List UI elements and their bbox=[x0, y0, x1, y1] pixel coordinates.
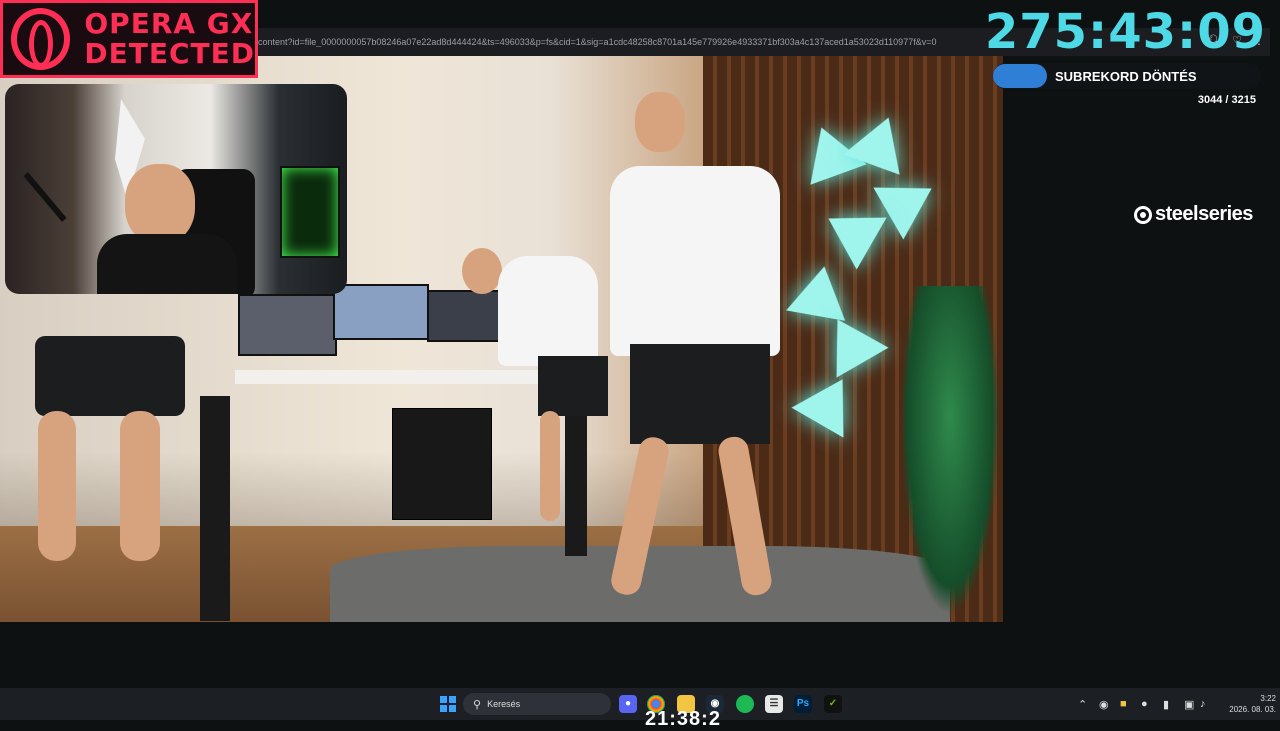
sponsor-logo: steelseries bbox=[1134, 203, 1253, 226]
network-icon[interactable]: ▣ bbox=[1184, 698, 1194, 711]
nvidia-icon[interactable]: ✓ bbox=[824, 695, 842, 713]
light-panel bbox=[786, 261, 854, 321]
pc-case bbox=[392, 408, 492, 520]
monitor bbox=[427, 290, 506, 342]
search-icon: ⚲ bbox=[473, 698, 482, 711]
windows-start-icon[interactable] bbox=[440, 696, 456, 712]
taskbar-search[interactable]: ⚲ Keresés bbox=[463, 693, 611, 715]
system-clock[interactable]: 3:22 2026. 08. 03. bbox=[1222, 693, 1276, 715]
opera-logo-icon bbox=[11, 8, 71, 70]
webcam-overlay bbox=[5, 84, 347, 294]
url-text[interactable]: content?id=file_0000000057b08246a07e22ad… bbox=[258, 37, 958, 47]
search-placeholder: Keresés bbox=[487, 699, 521, 709]
steam-tray-icon[interactable]: ◉ bbox=[1099, 698, 1109, 711]
photoshop-icon[interactable]: Ps bbox=[794, 695, 812, 713]
clock-date: 2026. 08. 03. bbox=[1229, 705, 1276, 714]
opera-line-2: DETECTED bbox=[84, 37, 255, 70]
opera-gx-badge: OPERA GX DETECTED bbox=[0, 0, 258, 78]
green-pc bbox=[280, 166, 340, 258]
desk-leg bbox=[200, 396, 230, 621]
chevron-up-icon[interactable]: ⌃ bbox=[1078, 698, 1087, 711]
streamer-shirt bbox=[97, 234, 237, 294]
clock-time: 3:22 bbox=[1260, 694, 1276, 703]
notepad-icon[interactable]: ☰ bbox=[765, 695, 783, 713]
sub-goal-count: 3044 / 3215 bbox=[1197, 94, 1256, 106]
mic-arm bbox=[23, 172, 67, 222]
plant bbox=[900, 286, 1000, 616]
microphone-icon[interactable]: ▮ bbox=[1163, 698, 1169, 711]
sub-goal-label: SUBREKORD DÖNTÉS bbox=[1055, 68, 1197, 84]
sub-goal-progress bbox=[993, 64, 1047, 88]
monitor bbox=[238, 294, 337, 356]
desk-leg bbox=[565, 396, 587, 556]
tray-app-icon[interactable]: ■ bbox=[1120, 698, 1127, 710]
steelseries-icon bbox=[1134, 205, 1152, 224]
volume-icon[interactable]: ♪ bbox=[1200, 698, 1206, 710]
spotify-icon[interactable] bbox=[736, 695, 754, 713]
discord-icon[interactable]: ● bbox=[619, 695, 637, 713]
taskbar bbox=[0, 688, 1280, 720]
monitor bbox=[333, 284, 429, 340]
stream-timer: 275:43:09 bbox=[984, 4, 1266, 60]
sub-goal-bar: SUBREKORD DÖNTÉS bbox=[993, 63, 1261, 89]
opera-line-1: OPERA GX bbox=[84, 7, 254, 40]
desk bbox=[235, 370, 565, 384]
streamer-head bbox=[125, 164, 195, 244]
sponsor-text: steelseries bbox=[1155, 203, 1253, 225]
tray-status-icon[interactable]: ● bbox=[1141, 698, 1148, 710]
